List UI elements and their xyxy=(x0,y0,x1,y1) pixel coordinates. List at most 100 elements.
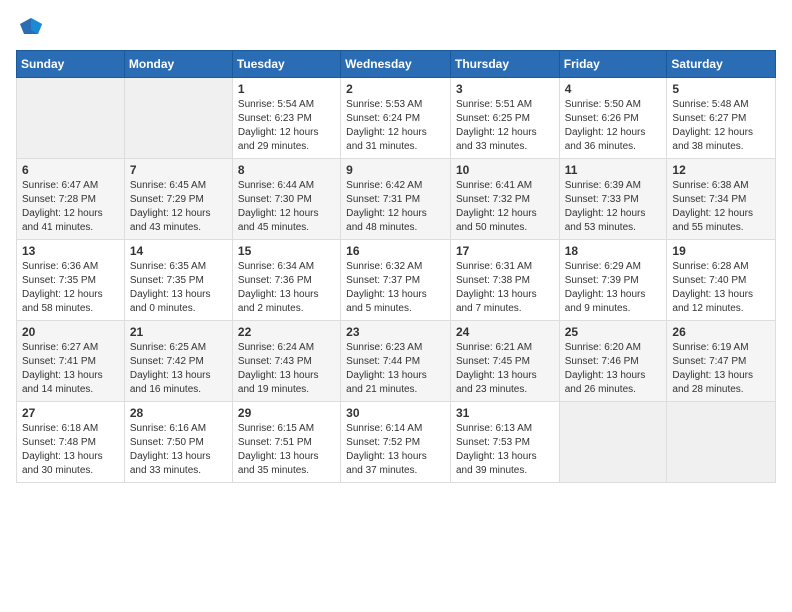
day-cell: 31 Sunrise: 6:13 AM Sunset: 7:53 PM Dayli… xyxy=(450,402,559,483)
day-number: 22 xyxy=(238,325,335,339)
day-cell: 28Sunrise: 6:16 AM Sunset: 7:50 PM Dayli… xyxy=(124,402,232,483)
day-info: Sunrise: 6:36 AM Sunset: 7:35 PM Dayligh… xyxy=(22,260,119,316)
day-number: 6 xyxy=(22,163,119,177)
day-info: Sunrise: 6:21 AM Sunset: 7:45 PM Dayligh… xyxy=(456,341,554,397)
day-info: Sunrise: 5:54 AM Sunset: 6:23 PM Dayligh… xyxy=(238,98,335,154)
day-header-friday: Friday xyxy=(559,51,667,78)
day-info: Sunrise: 6:41 AM Sunset: 7:32 PM Dayligh… xyxy=(456,179,554,235)
day-cell: 19Sunrise: 6:28 AM Sunset: 7:40 PM Dayli… xyxy=(667,240,776,321)
day-info: Sunrise: 6:23 AM Sunset: 7:44 PM Dayligh… xyxy=(346,341,445,397)
day-info: Sunrise: 6:19 AM Sunset: 7:47 PM Dayligh… xyxy=(672,341,770,397)
day-number: 7 xyxy=(130,163,227,177)
day-cell: 15Sunrise: 6:34 AM Sunset: 7:36 PM Dayli… xyxy=(232,240,340,321)
day-info: Sunrise: 5:48 AM Sunset: 6:27 PM Dayligh… xyxy=(672,98,770,154)
day-number: 11 xyxy=(565,163,662,177)
day-info: Sunrise: 6:34 AM Sunset: 7:36 PM Dayligh… xyxy=(238,260,335,316)
day-cell: 16Sunrise: 6:32 AM Sunset: 7:37 PM Dayli… xyxy=(341,240,451,321)
day-cell xyxy=(17,78,125,159)
day-number: 1 xyxy=(238,82,335,96)
day-cell xyxy=(667,402,776,483)
day-info: Sunrise: 6:38 AM Sunset: 7:34 PM Dayligh… xyxy=(672,179,770,235)
day-number: 5 xyxy=(672,82,770,96)
day-cell: 26 Sunrise: 6:19 AM Sunset: 7:47 PM Dayli… xyxy=(667,321,776,402)
day-header-sunday: Sunday xyxy=(17,51,125,78)
day-cell: 21 Sunrise: 6:25 AM Sunset: 7:42 PM Dayli… xyxy=(124,321,232,402)
day-cell xyxy=(124,78,232,159)
day-cell: 3 Sunrise: 5:51 AM Sunset: 6:25 PM Daylig… xyxy=(450,78,559,159)
day-header-thursday: Thursday xyxy=(450,51,559,78)
day-number: 18 xyxy=(565,244,662,258)
day-cell xyxy=(559,402,667,483)
day-cell: 18 Sunrise: 6:29 AM Sunset: 7:39 PM Dayli… xyxy=(559,240,667,321)
day-number: 24 xyxy=(456,325,554,339)
day-header-tuesday: Tuesday xyxy=(232,51,340,78)
week-row-1: 6 Sunrise: 6:47 AM Sunset: 7:28 PM Daylig… xyxy=(17,159,776,240)
logo xyxy=(16,16,42,38)
day-info: Sunrise: 6:13 AM Sunset: 7:53 PM Dayligh… xyxy=(456,422,554,478)
day-cell: 12 Sunrise: 6:38 AM Sunset: 7:34 PM Dayli… xyxy=(667,159,776,240)
day-info: Sunrise: 6:47 AM Sunset: 7:28 PM Dayligh… xyxy=(22,179,119,235)
day-cell: 13Sunrise: 6:36 AM Sunset: 7:35 PM Dayli… xyxy=(17,240,125,321)
page: SundayMondayTuesdayWednesdayThursdayFrid… xyxy=(0,0,792,612)
day-info: Sunrise: 5:53 AM Sunset: 6:24 PM Dayligh… xyxy=(346,98,445,154)
day-info: Sunrise: 6:18 AM Sunset: 7:48 PM Dayligh… xyxy=(22,422,119,478)
day-number: 9 xyxy=(346,163,445,177)
day-number: 21 xyxy=(130,325,227,339)
day-cell: 24 Sunrise: 6:21 AM Sunset: 7:45 PM Dayli… xyxy=(450,321,559,402)
day-cell: 17 Sunrise: 6:31 AM Sunset: 7:38 PM Dayli… xyxy=(450,240,559,321)
day-cell: 1 Sunrise: 5:54 AM Sunset: 6:23 PM Daylig… xyxy=(232,78,340,159)
day-info: Sunrise: 6:29 AM Sunset: 7:39 PM Dayligh… xyxy=(565,260,662,316)
week-row-2: 13Sunrise: 6:36 AM Sunset: 7:35 PM Dayli… xyxy=(17,240,776,321)
day-cell: 23 Sunrise: 6:23 AM Sunset: 7:44 PM Dayli… xyxy=(341,321,451,402)
day-cell: 20 Sunrise: 6:27 AM Sunset: 7:41 PM Dayli… xyxy=(17,321,125,402)
day-number: 14 xyxy=(130,244,227,258)
day-number: 27 xyxy=(22,406,119,420)
day-cell: 7 Sunrise: 6:45 AM Sunset: 7:29 PM Daylig… xyxy=(124,159,232,240)
day-info: Sunrise: 5:51 AM Sunset: 6:25 PM Dayligh… xyxy=(456,98,554,154)
day-header-monday: Monday xyxy=(124,51,232,78)
day-cell: 4Sunrise: 5:50 AM Sunset: 6:26 PM Daylig… xyxy=(559,78,667,159)
day-header-wednesday: Wednesday xyxy=(341,51,451,78)
day-number: 31 xyxy=(456,406,554,420)
day-info: Sunrise: 6:44 AM Sunset: 7:30 PM Dayligh… xyxy=(238,179,335,235)
day-number: 30 xyxy=(346,406,445,420)
day-number: 8 xyxy=(238,163,335,177)
day-info: Sunrise: 6:24 AM Sunset: 7:43 PM Dayligh… xyxy=(238,341,335,397)
day-number: 12 xyxy=(672,163,770,177)
day-cell: 22 Sunrise: 6:24 AM Sunset: 7:43 PM Dayli… xyxy=(232,321,340,402)
day-number: 20 xyxy=(22,325,119,339)
day-info: Sunrise: 6:28 AM Sunset: 7:40 PM Dayligh… xyxy=(672,260,770,316)
logo-icon xyxy=(20,16,42,38)
day-number: 26 xyxy=(672,325,770,339)
day-number: 2 xyxy=(346,82,445,96)
day-cell: 25Sunrise: 6:20 AM Sunset: 7:46 PM Dayli… xyxy=(559,321,667,402)
day-info: Sunrise: 5:50 AM Sunset: 6:26 PM Dayligh… xyxy=(565,98,662,154)
day-header-saturday: Saturday xyxy=(667,51,776,78)
day-info: Sunrise: 6:35 AM Sunset: 7:35 PM Dayligh… xyxy=(130,260,227,316)
day-number: 3 xyxy=(456,82,554,96)
week-row-4: 27 Sunrise: 6:18 AM Sunset: 7:48 PM Dayli… xyxy=(17,402,776,483)
day-cell: 30 Sunrise: 6:14 AM Sunset: 7:52 PM Dayli… xyxy=(341,402,451,483)
day-info: Sunrise: 6:32 AM Sunset: 7:37 PM Dayligh… xyxy=(346,260,445,316)
day-cell: 27 Sunrise: 6:18 AM Sunset: 7:48 PM Dayli… xyxy=(17,402,125,483)
day-cell: 14 Sunrise: 6:35 AM Sunset: 7:35 PM Dayli… xyxy=(124,240,232,321)
day-cell: 29Sunrise: 6:15 AM Sunset: 7:51 PM Dayli… xyxy=(232,402,340,483)
header xyxy=(16,16,776,38)
week-row-3: 20 Sunrise: 6:27 AM Sunset: 7:41 PM Dayli… xyxy=(17,321,776,402)
day-info: Sunrise: 6:31 AM Sunset: 7:38 PM Dayligh… xyxy=(456,260,554,316)
day-cell: 10 Sunrise: 6:41 AM Sunset: 7:32 PM Dayli… xyxy=(450,159,559,240)
calendar-header-row: SundayMondayTuesdayWednesdayThursdayFrid… xyxy=(17,51,776,78)
day-info: Sunrise: 6:14 AM Sunset: 7:52 PM Dayligh… xyxy=(346,422,445,478)
day-number: 23 xyxy=(346,325,445,339)
calendar: SundayMondayTuesdayWednesdayThursdayFrid… xyxy=(16,50,776,483)
day-cell: 6 Sunrise: 6:47 AM Sunset: 7:28 PM Daylig… xyxy=(17,159,125,240)
day-info: Sunrise: 6:25 AM Sunset: 7:42 PM Dayligh… xyxy=(130,341,227,397)
day-number: 25 xyxy=(565,325,662,339)
day-number: 10 xyxy=(456,163,554,177)
day-cell: 9Sunrise: 6:42 AM Sunset: 7:31 PM Daylig… xyxy=(341,159,451,240)
day-cell: 2 Sunrise: 5:53 AM Sunset: 6:24 PM Daylig… xyxy=(341,78,451,159)
day-info: Sunrise: 6:27 AM Sunset: 7:41 PM Dayligh… xyxy=(22,341,119,397)
day-info: Sunrise: 6:15 AM Sunset: 7:51 PM Dayligh… xyxy=(238,422,335,478)
day-info: Sunrise: 6:45 AM Sunset: 7:29 PM Dayligh… xyxy=(130,179,227,235)
day-number: 17 xyxy=(456,244,554,258)
